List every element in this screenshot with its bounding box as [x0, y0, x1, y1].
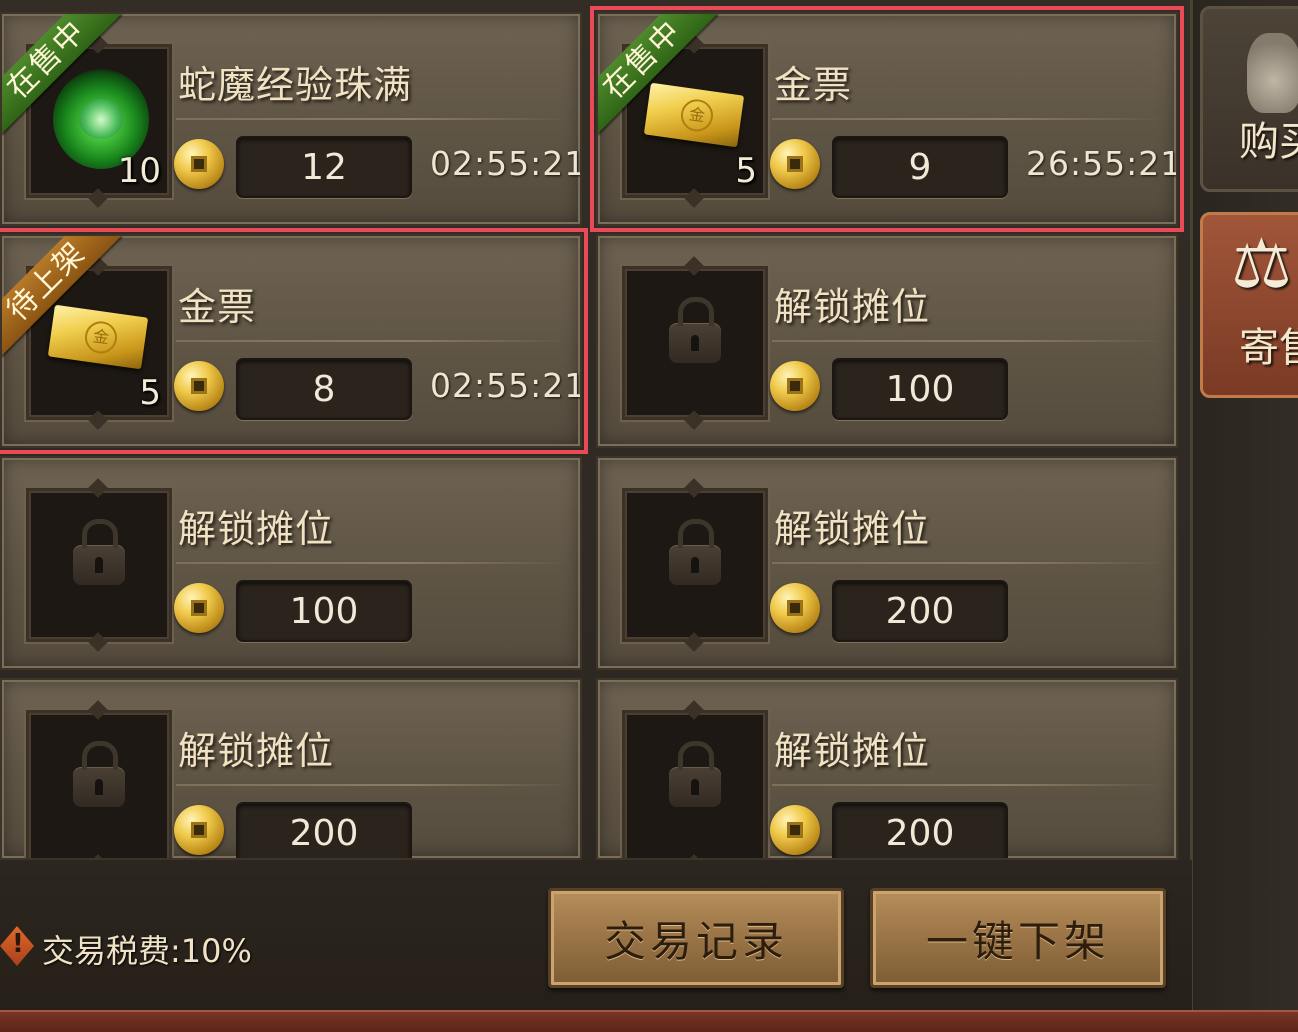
divider	[176, 340, 568, 342]
divider	[772, 784, 1164, 786]
gold-ticket-icon	[643, 82, 745, 148]
unlock-stall-label: 解锁摊位	[774, 285, 931, 329]
unlock-price: 100	[236, 580, 412, 642]
trade-log-button[interactable]: 交易记录	[548, 888, 844, 988]
unlock-stall-label: 解锁摊位	[178, 507, 335, 551]
divider	[772, 562, 1164, 564]
price-field: 8	[236, 358, 412, 420]
coin-icon	[174, 583, 224, 633]
tab-consign[interactable]: ⚖ 寄售	[1200, 212, 1298, 398]
coin-icon	[174, 361, 224, 411]
price-field: 12	[236, 136, 412, 198]
lock-icon	[669, 297, 721, 363]
stall-slot-6[interactable]: 解锁摊位 200	[596, 456, 1178, 670]
stall-slot-3[interactable]: 5 待上架 金票 8 02:55:21	[0, 228, 588, 454]
coin-icon	[174, 139, 224, 189]
stall-screen: 10 在售中 蛇魔经验珠满 12 02:55:21 5 在售中 金票 9 26:…	[0, 0, 1298, 1032]
tab-buy[interactable]: 购买	[1200, 6, 1298, 192]
divider	[772, 118, 1164, 120]
gold-ticket-icon	[47, 304, 149, 370]
stall-slot-2[interactable]: 5 在售中 金票 9 26:55:21	[590, 6, 1184, 232]
item-quantity: 5	[735, 151, 757, 191]
unlock-price: 200	[236, 802, 412, 858]
lock-icon	[73, 519, 125, 585]
item-icon-frame	[26, 710, 172, 858]
balance-scale-icon: ⚖	[1231, 225, 1292, 304]
lock-icon	[73, 741, 125, 807]
unlock-price: 100	[832, 358, 1008, 420]
lock-icon	[669, 519, 721, 585]
lock-icon	[669, 741, 721, 807]
countdown-timer: 02:55:21	[430, 144, 582, 183]
unlock-stall-label: 解锁摊位	[774, 729, 931, 773]
coin-icon	[770, 583, 820, 633]
unlock-stall-label: 解锁摊位	[178, 729, 335, 773]
unlock-stall-label: 解锁摊位	[774, 507, 931, 551]
unlock-price: 200	[832, 802, 1008, 858]
unlist-all-button[interactable]: 一键下架	[870, 888, 1166, 988]
tab-buy-label: 购买	[1239, 119, 1298, 165]
price-field: 9	[832, 136, 1008, 198]
stall-slot-8[interactable]: 解锁摊位 200	[596, 678, 1178, 860]
coin-icon	[770, 361, 820, 411]
item-quantity: 10	[117, 151, 161, 191]
trade-tax-text: 交易税费:10%	[42, 932, 252, 970]
stall-slot-5[interactable]: 解锁摊位 100	[0, 456, 582, 670]
bottom-border	[0, 1010, 1298, 1032]
stall-slot-4[interactable]: 解锁摊位 100	[596, 234, 1178, 448]
countdown-timer: 02:55:21	[430, 366, 582, 405]
unlock-price: 200	[832, 580, 1008, 642]
item-icon-frame	[622, 488, 768, 642]
item-quantity: 5	[139, 373, 161, 413]
item-icon-frame	[26, 488, 172, 642]
divider	[772, 340, 1164, 342]
stall-slot-1[interactable]: 10 在售中 蛇魔经验珠满 12 02:55:21	[0, 12, 582, 226]
coin-icon	[174, 805, 224, 855]
divider	[176, 562, 568, 564]
item-icon-frame	[622, 266, 768, 420]
coin-icon	[770, 805, 820, 855]
divider	[176, 118, 568, 120]
divider	[176, 784, 568, 786]
item-name: 蛇魔经验珠满	[178, 63, 413, 107]
tab-consign-label: 寄售	[1239, 325, 1298, 371]
coin-icon	[770, 139, 820, 189]
item-icon-frame	[622, 710, 768, 858]
item-name: 金票	[178, 285, 257, 329]
money-bag-icon	[1247, 33, 1298, 113]
countdown-timer: 26:55:21	[1026, 144, 1178, 183]
item-name: 金票	[774, 63, 853, 107]
stall-slot-7[interactable]: 解锁摊位 200	[0, 678, 582, 860]
